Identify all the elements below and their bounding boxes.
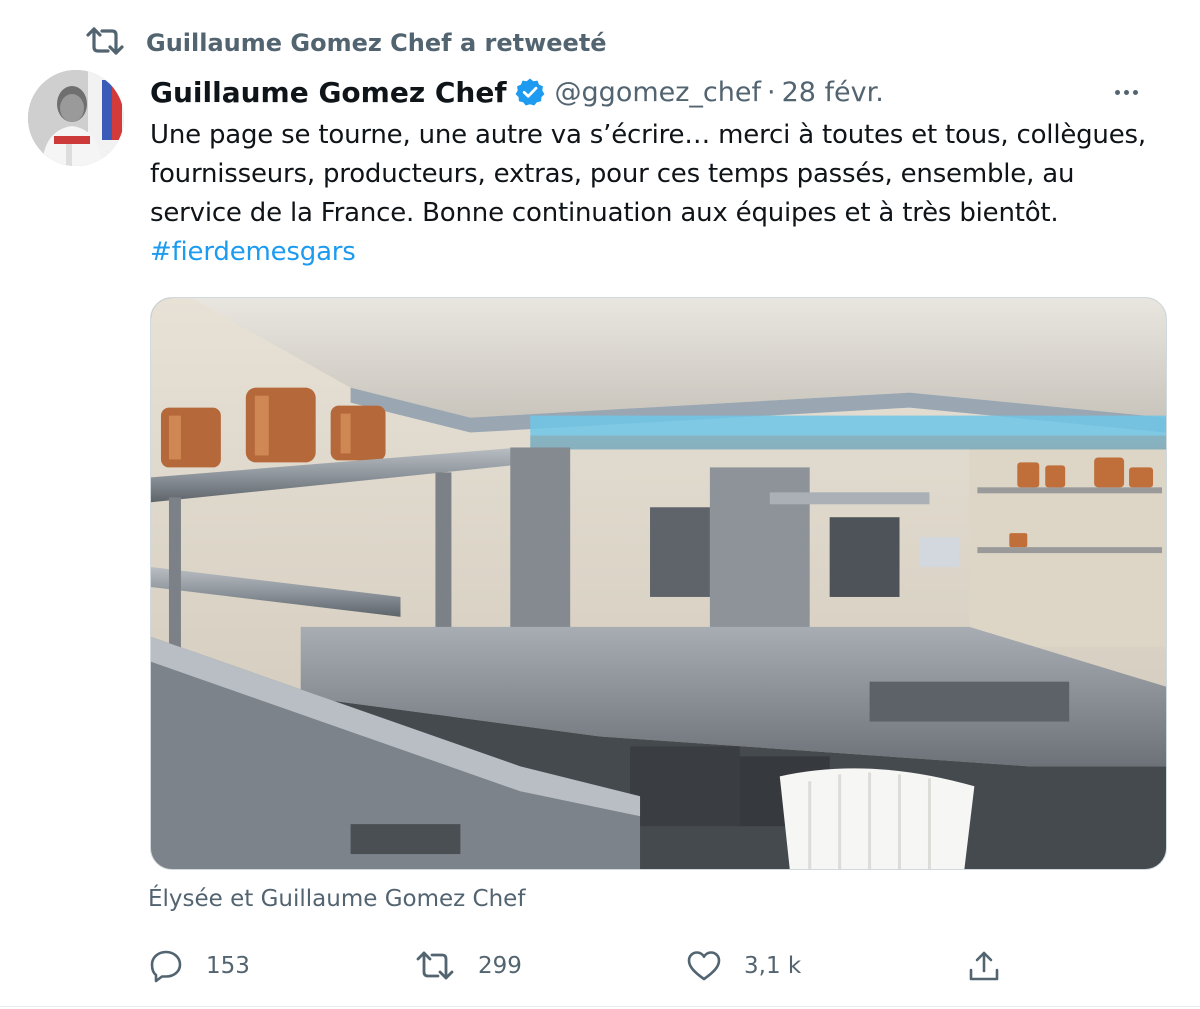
retweet-context-label[interactable]: Guillaume Gomez Chef a retweeté	[146, 29, 607, 57]
tweet-photo-kitchen[interactable]	[150, 297, 1167, 870]
like-icon	[687, 951, 721, 981]
reply-button[interactable]: 153	[148, 944, 250, 988]
retweet-button[interactable]: 299	[414, 944, 522, 988]
retweet-context-icon	[84, 25, 126, 61]
action-bar: 153 299 3,1 k	[148, 944, 1168, 988]
tweet-date[interactable]: 28 févr.	[782, 77, 884, 108]
avatar[interactable]	[28, 70, 124, 166]
meta-separator: ·	[767, 76, 776, 108]
tweet-card[interactable]: Guillaume Gomez Chef a retweeté Guillaum…	[0, 0, 1200, 1009]
tweet-text-line: service de la France. Bonne continuation…	[150, 198, 1059, 228]
share-icon	[969, 951, 999, 981]
retweet-context: Guillaume Gomez Chef a retweeté	[84, 26, 607, 60]
verified-badge-icon	[515, 78, 544, 106]
author-name[interactable]: Guillaume Gomez Chef	[150, 76, 507, 109]
divider	[0, 1006, 1200, 1007]
like-button[interactable]: 3,1 k	[686, 944, 801, 988]
like-count: 3,1 k	[744, 953, 802, 979]
tweet-text-line: Une page se tourne, une autre va s’écrir…	[150, 120, 1146, 150]
retweet-count: 299	[478, 953, 522, 979]
tweet-text: Une page se tourne, une autre va s’écrir…	[150, 116, 1170, 272]
reply-count: 153	[206, 953, 250, 979]
author-handle[interactable]: @ggomez_chef	[555, 77, 761, 108]
retweet-icon	[416, 951, 454, 980]
tweet-text-line: fournisseurs, producteurs, extras, pour …	[150, 159, 1075, 189]
photo-tags[interactable]: Élysée et Guillaume Gomez Chef	[148, 886, 525, 912]
more-icon[interactable]	[1108, 72, 1144, 112]
hashtag-link[interactable]: #fierdemesgars	[150, 233, 1170, 272]
author-row: Guillaume Gomez Chef @ggomez_chef · 28 f…	[150, 72, 1170, 112]
share-button[interactable]	[966, 944, 1002, 988]
reply-icon	[150, 950, 182, 983]
